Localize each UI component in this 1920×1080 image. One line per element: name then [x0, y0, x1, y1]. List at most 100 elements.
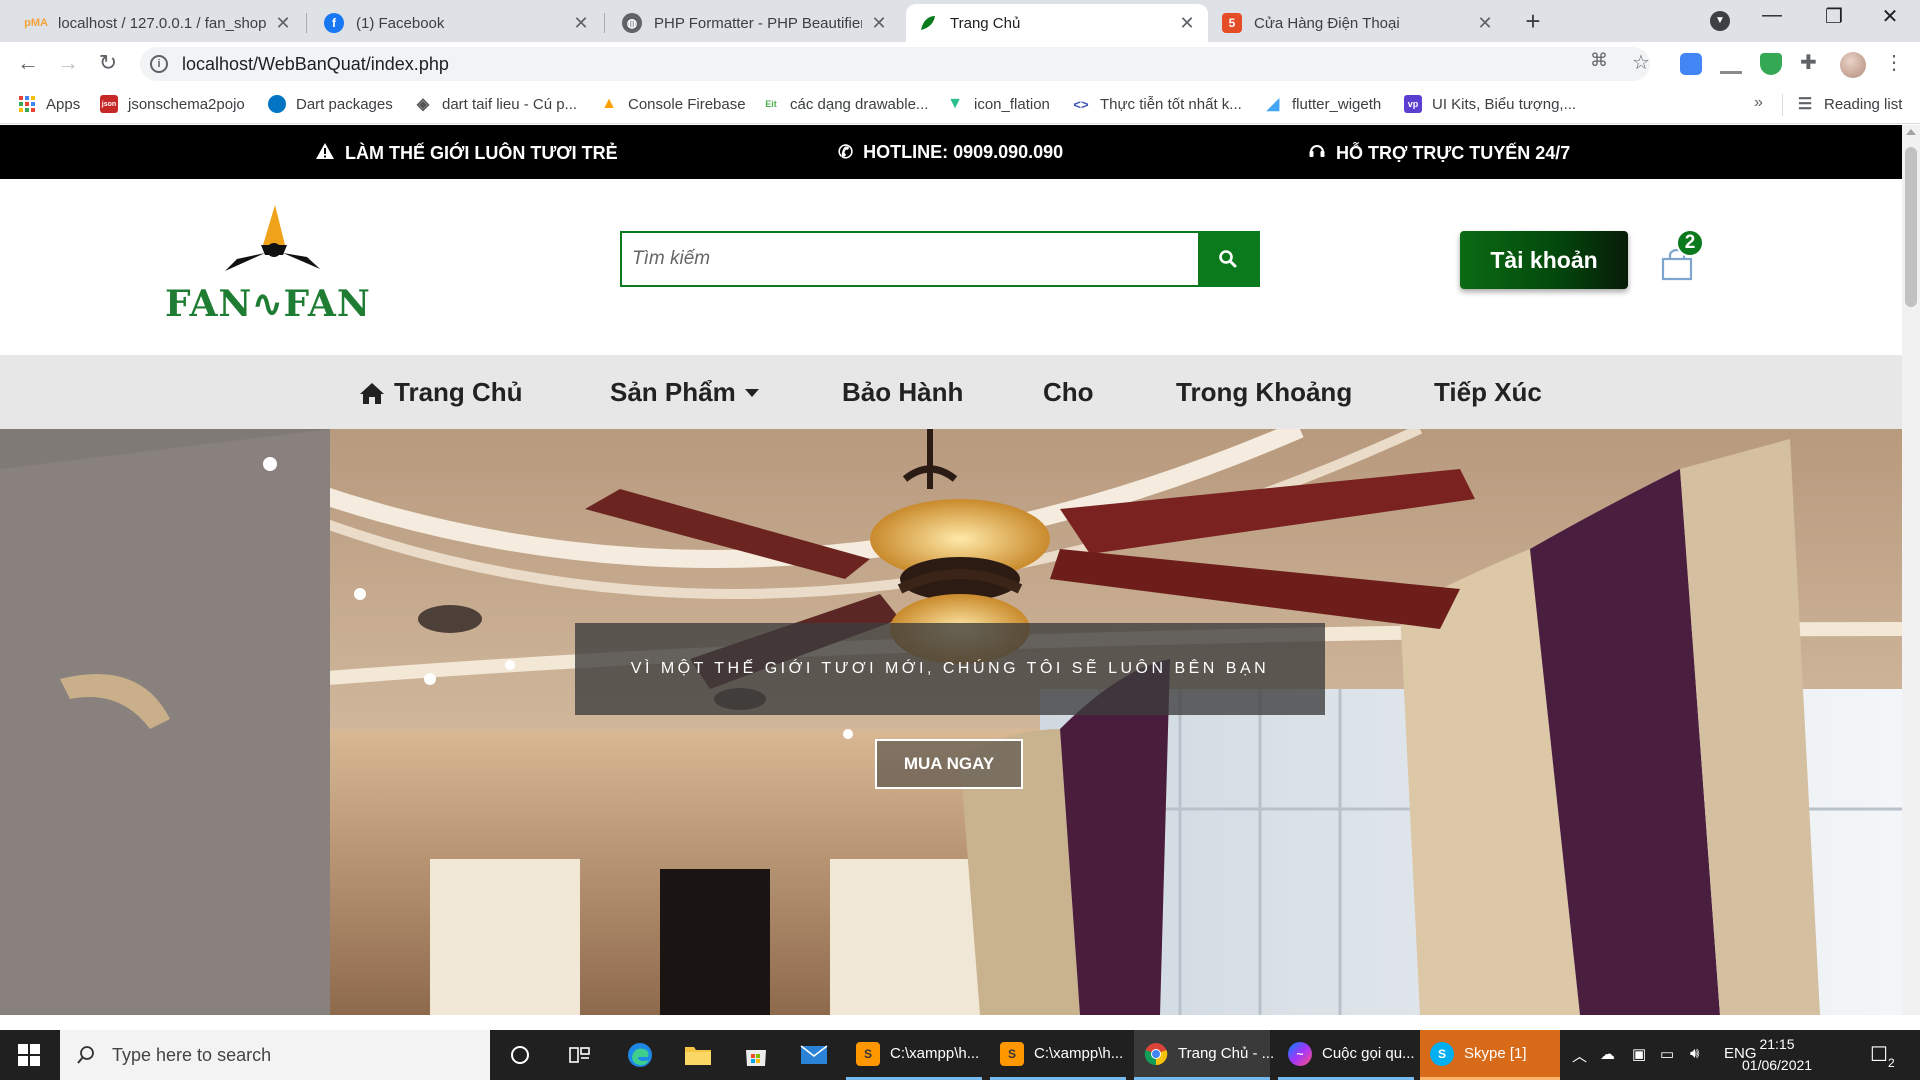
taskbar-app-chrome[interactable]: Trang Chủ - ...	[1134, 1030, 1274, 1080]
windows-start-button[interactable]	[0, 1030, 58, 1080]
forward-icon[interactable]: →	[54, 50, 82, 76]
taskbar-search-box[interactable]: Type here to search	[60, 1030, 490, 1080]
more-bookmarks-icon[interactable]: »	[1754, 94, 1763, 112]
file-explorer-icon[interactable]	[670, 1030, 726, 1080]
logo-text: FAN∿FAN	[165, 283, 371, 325]
task-view-icon[interactable]	[552, 1030, 608, 1080]
taskbar-app-sublime-2[interactable]: S C:\xampp\h...	[990, 1030, 1126, 1080]
extension-icon[interactable]	[1720, 60, 1742, 74]
skype-icon: S	[1430, 1041, 1454, 1066]
microsoft-store-icon[interactable]	[728, 1030, 784, 1080]
shield-extension-icon[interactable]	[1760, 53, 1782, 75]
cortana-icon[interactable]	[492, 1030, 548, 1080]
search-bar	[620, 231, 1260, 287]
phone-icon: ✆	[838, 142, 854, 162]
taskbar-app-label: C:\xampp\h...	[1034, 1045, 1124, 1062]
nav-label: Cho	[1043, 377, 1094, 407]
bookmark-ui-kits[interactable]: vp UI Kits, Biểu tượng,...	[1404, 95, 1576, 113]
battery-icon[interactable]: ▭	[1660, 1045, 1674, 1063]
bookmark-console-firebase[interactable]: ▲ Console Firebase	[600, 95, 745, 113]
extensions-puzzle-icon[interactable]: ✚	[1800, 50, 1817, 75]
taskbar-app-messenger[interactable]: ~ Cuộc gọi qu...	[1278, 1030, 1415, 1080]
close-tab-icon[interactable]: ✕	[274, 13, 292, 34]
bookmark-label: icon_flation	[974, 95, 1050, 113]
json-icon: json	[100, 95, 118, 113]
site-info-icon[interactable]: i	[150, 55, 168, 73]
headset-icon	[1308, 142, 1326, 165]
nav-item-cho[interactable]: Cho	[1043, 377, 1094, 408]
bookmark-label: Thực tiễn tốt nhất k...	[1100, 95, 1242, 113]
scrollbar-thumb[interactable]	[1905, 147, 1917, 307]
browser-menu-icon[interactable]: ⋮	[1884, 50, 1904, 75]
tab-title: Trang Chủ	[950, 14, 1021, 32]
nav-item-tiep-xuc[interactable]: Tiếp Xúc	[1434, 377, 1542, 408]
browser-tab-phpmyadmin[interactable]: pMA localhost / 127.0.0.1 / fan_shop | ✕	[14, 4, 304, 42]
bookmark-label: dart taif lieu - Cú p...	[442, 95, 578, 113]
close-window-icon[interactable]: ✕	[1870, 4, 1910, 29]
fanfan-logo[interactable]: FAN∿FAN	[165, 201, 370, 325]
bookmark-dart-tai-lieu[interactable]: ◈ dart taif lieu - Cú p...	[414, 95, 578, 114]
close-tab-icon[interactable]: ✕	[870, 13, 888, 34]
notification-center-icon[interactable]: ☐	[1870, 1042, 1888, 1067]
globe-icon: ◍	[622, 13, 642, 33]
mail-icon[interactable]	[786, 1030, 842, 1080]
bookmark-jsonschema2pojo[interactable]: json jsonschema2pojo	[100, 95, 245, 113]
close-tab-icon[interactable]: ✕	[572, 13, 590, 34]
back-icon[interactable]: ←	[14, 50, 42, 76]
hero-caption: VÌ MỘT THẾ GIỚI TƯƠI MỚI, CHÚNG TÔI SẼ L…	[575, 623, 1325, 715]
new-tab-button[interactable]: +	[1518, 6, 1548, 37]
taskbar-app-label: Cuộc gọi qu...	[1322, 1045, 1415, 1062]
url-text[interactable]: localhost/WebBanQuat/index.php	[182, 54, 449, 75]
bookmark-icon-flation[interactable]: ▼ icon_flation	[946, 95, 1050, 113]
account-button[interactable]: Tài khoản	[1460, 231, 1628, 289]
nav-item-bao-hanh[interactable]: Bảo Hành	[842, 377, 963, 408]
bookmarks-bar: Apps json jsonschema2pojo Dart packages …	[0, 86, 1920, 124]
nav-item-san-pham[interactable]: Sản Phẩm	[610, 377, 760, 408]
nav-label: Sản Phẩm	[610, 377, 736, 407]
profile-avatar[interactable]	[1840, 52, 1866, 78]
taskbar-app-label: Skype [1]	[1464, 1045, 1527, 1062]
main-navigation: Trang Chủ Sản Phẩm Bảo Hành Cho Trong Kh…	[0, 355, 1902, 429]
nav-item-trong-khoang[interactable]: Trong Khoảng	[1176, 377, 1352, 408]
meet-now-icon[interactable]: ▣	[1632, 1045, 1646, 1063]
onedrive-icon[interactable]: ☁	[1600, 1045, 1615, 1063]
volume-icon[interactable]: 🔊︎	[1690, 1045, 1699, 1062]
bookmark-star-icon[interactable]: ☆	[1632, 50, 1650, 75]
browser-tab-facebook[interactable]: f (1) Facebook ✕	[312, 4, 602, 42]
reading-list-button[interactable]: ☰ Reading list	[1796, 95, 1903, 114]
reload-icon[interactable]: ↻	[94, 50, 122, 76]
eit-icon: Eit	[765, 99, 777, 109]
search-button[interactable]	[1198, 233, 1258, 285]
taskbar-app-skype[interactable]: S Skype [1]	[1420, 1030, 1560, 1080]
browser-tab-cua-hang[interactable]: 5 Cửa Hàng Điện Thoại ✕	[1210, 4, 1506, 42]
sublime-icon: S	[1000, 1041, 1024, 1066]
scroll-up-icon[interactable]	[1906, 129, 1916, 135]
buy-now-button[interactable]: MUA NGAY	[875, 739, 1023, 789]
page-scrollbar[interactable]	[1902, 125, 1920, 1015]
bookmark-apps[interactable]: Apps	[18, 95, 80, 113]
show-hidden-icons-icon[interactable]: ︿	[1572, 1045, 1587, 1066]
edge-icon[interactable]	[612, 1030, 668, 1080]
address-bar[interactable]: i localhost/WebBanQuat/index.php	[140, 47, 1650, 81]
bookmark-flutter-wigeth[interactable]: ◢ flutter_wigeth	[1264, 95, 1382, 114]
windows-taskbar: Type here to search S C:\xampp\h... S C:…	[0, 1030, 1920, 1080]
tab-search-icon[interactable]: ▼	[1710, 11, 1730, 31]
taskbar-app-sublime-1[interactable]: S C:\xampp\h...	[846, 1030, 982, 1080]
close-tab-icon[interactable]: ✕	[1476, 13, 1494, 34]
bookmark-label: flutter_wigeth	[1292, 95, 1382, 113]
minimize-icon[interactable]: —	[1752, 4, 1792, 27]
nav-item-trang-chu[interactable]: Trang Chủ	[358, 377, 523, 408]
system-clock[interactable]: 21:15 01/06/2021	[1742, 1034, 1812, 1076]
bookmark-drawable[interactable]: Eit các dạng drawable...	[762, 95, 928, 113]
bookmark-thuc-tien[interactable]: <> Thực tiễn tốt nhất k...	[1072, 95, 1242, 113]
google-translate-extension-icon[interactable]	[1680, 53, 1702, 75]
search-input[interactable]	[622, 233, 1198, 285]
clock-date: 01/06/2021	[1742, 1057, 1813, 1073]
restore-icon[interactable]: ❐	[1814, 4, 1854, 29]
bookmark-dart-packages[interactable]: Dart packages	[268, 95, 393, 113]
browser-tab-trang-chu[interactable]: Trang Chủ ✕	[906, 4, 1208, 42]
leaf-icon	[918, 13, 938, 33]
browser-tab-php-formatter[interactable]: ◍ PHP Formatter - PHP Beautifier - ✕	[610, 4, 900, 42]
translate-icon[interactable]: ⌘	[1590, 50, 1608, 71]
close-tab-icon[interactable]: ✕	[1178, 13, 1196, 34]
